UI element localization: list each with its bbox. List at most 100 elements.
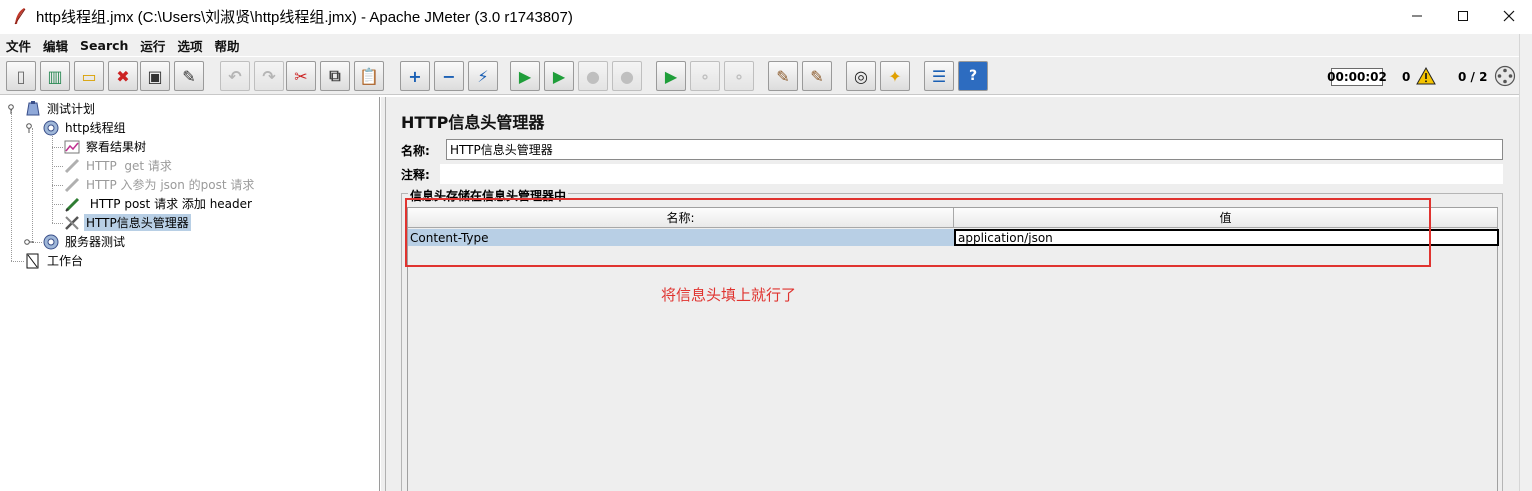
paste-icon: 📋 [359, 66, 379, 86]
header-value-cell[interactable]: application/json [954, 229, 1499, 246]
clear-all-button[interactable]: ✎ [802, 61, 832, 91]
close-button[interactable]: ✖ [108, 61, 138, 91]
remote-shutdown-icon: ∘ [733, 66, 744, 86]
start-button[interactable]: ▶ [510, 61, 540, 91]
test-plan-icon [24, 100, 42, 118]
save-icon: ▣ [147, 66, 163, 86]
menu-item[interactable]: 选项 [171, 36, 208, 55]
search-button[interactable]: ◎ [846, 61, 876, 91]
name-field[interactable]: HTTP信息头管理器 [446, 139, 1503, 160]
comment-field[interactable] [440, 164, 1503, 184]
clear-button[interactable]: ✎ [768, 61, 798, 91]
copy-icon: ⧉ [329, 66, 341, 85]
tree-connector [11, 261, 24, 262]
help-icon: ? [968, 68, 978, 84]
tree-expand-handle[interactable] [24, 236, 34, 250]
new-icon: ▯ [16, 66, 26, 86]
tree-node-http-get[interactable]: HTTP get 请求 [63, 156, 174, 175]
menu-item[interactable]: Search [74, 38, 134, 53]
tree-node-label: HTTP get 请求 [86, 159, 172, 173]
paste-button[interactable]: 📋 [354, 61, 384, 91]
stop-button[interactable]: ● [578, 61, 608, 91]
expand-button[interactable]: + [400, 61, 430, 91]
tree-connector [52, 128, 53, 223]
reset-search-icon: ✦ [888, 66, 902, 86]
tree-connector [52, 204, 63, 205]
undo-button[interactable]: ↶ [220, 61, 250, 91]
tree-connector [52, 185, 63, 186]
tree-expand-handle[interactable] [24, 122, 34, 136]
templates-button[interactable]: ▥ [40, 61, 70, 91]
tree-node-test-plan[interactable]: 测试计划 [24, 99, 97, 118]
config-wrench-icon [63, 214, 81, 232]
copy-button[interactable]: ⧉ [320, 61, 350, 91]
comment-label: 注释: [401, 167, 430, 182]
tree-expand-handle[interactable] [6, 103, 16, 117]
tree-node-workbench[interactable]: 工作台 [24, 251, 85, 270]
tree-node-header-manager[interactable]: HTTP信息头管理器 [63, 213, 191, 232]
jmeter-feather-icon [10, 6, 30, 26]
undo-icon: ↶ [228, 66, 242, 86]
redo-button[interactable]: ↷ [254, 61, 284, 91]
start-icon: ▶ [518, 66, 532, 86]
menu-item[interactable]: 编辑 [37, 36, 74, 55]
save-button[interactable]: ▣ [140, 61, 170, 91]
save-as-button[interactable]: ✎ [174, 61, 204, 91]
shutdown-button[interactable]: ● [612, 61, 642, 91]
tree-node-http-post-header[interactable]: HTTP post 请求 添加 header [63, 194, 254, 213]
menu-item[interactable]: 运行 [134, 36, 171, 55]
tree-node-thread-group[interactable]: http线程组 [42, 118, 128, 137]
remote-stop-icon: ∘ [699, 66, 710, 86]
reset-search-button[interactable]: ✦ [880, 61, 910, 91]
open-icon: ▭ [81, 66, 97, 86]
window-scrollbar[interactable] [1519, 34, 1532, 491]
sampler-pen-icon [63, 157, 81, 175]
tree-node-label: 测试计划 [47, 102, 96, 116]
toolbar: 00:00:02 0 0 / 2 ▯ ▥ ▭ ✖ ▣ ✎ ↶ ↷ ✂ ⧉ 📋 + − ⚡ ▶ ▶ ● ● ▶ ∘ ∘ ✎ ✎… [0, 57, 1520, 95]
column-header-name[interactable]: 名称: [408, 208, 954, 228]
close-icon: ✖ [116, 66, 130, 86]
collapse-icon: − [442, 66, 456, 86]
tree-node-label: HTTP 入参为 json 的post 请求 [86, 178, 255, 192]
remote-status-icon [1494, 65, 1516, 87]
minimize-button[interactable] [1394, 0, 1440, 32]
maximize-button[interactable] [1440, 0, 1486, 32]
help-button[interactable]: ? [958, 61, 988, 91]
warning-indicator[interactable]: 0 [1402, 66, 1437, 87]
toggle-button[interactable]: ⚡ [468, 61, 498, 91]
cut-icon: ✂ [294, 66, 308, 86]
close-x-icon [1503, 10, 1515, 22]
tree-connector [52, 223, 63, 224]
tree-node-server-test[interactable]: 服务器测试 [42, 232, 127, 251]
menu-item[interactable]: 帮助 [208, 36, 245, 55]
maximize-icon [1458, 11, 1468, 21]
remote-stop-button[interactable]: ∘ [690, 61, 720, 91]
collapse-button[interactable]: − [434, 61, 464, 91]
save-as-icon: ✎ [182, 66, 196, 86]
header-manager-panel: HTTP信息头管理器 名称: HTTP信息头管理器 注释: 信息头存储在信息头管… [390, 97, 1519, 491]
header-name-cell[interactable]: Content-Type [408, 229, 954, 246]
start-no-pause-button[interactable]: ▶ [544, 61, 574, 91]
tree-node-label: 工作台 [47, 254, 84, 268]
tree-connector [52, 166, 63, 167]
remote-shutdown-button[interactable]: ∘ [724, 61, 754, 91]
close-window-button[interactable] [1486, 0, 1532, 32]
clear-icon: ✎ [776, 66, 790, 86]
tree-node-http-json-post[interactable]: HTTP 入参为 json 的post 请求 [63, 175, 256, 194]
warning-count: 0 [1402, 70, 1411, 84]
headers-table: 名称: 值 Content-Type application/json [407, 207, 1499, 491]
tree-node-label: 察看结果树 [86, 140, 147, 154]
active-threads: 0 / 2 [1458, 70, 1488, 84]
open-button[interactable]: ▭ [74, 61, 104, 91]
function-helper-button[interactable]: ☰ [924, 61, 954, 91]
cut-button[interactable]: ✂ [286, 61, 316, 91]
new-button[interactable]: ▯ [6, 61, 36, 91]
menu-item[interactable]: 文件 [0, 36, 37, 55]
split-pane-divider[interactable] [381, 97, 390, 491]
tree-node-view-results-tree[interactable]: 察看结果树 [63, 137, 148, 156]
menu-bar: 文件 编辑 Search 运行 选项 帮助 [0, 34, 1532, 56]
remote-start-button[interactable]: ▶ [656, 61, 686, 91]
start-no-pause-icon: ▶ [552, 66, 566, 86]
listener-chart-icon [63, 138, 81, 156]
column-header-value[interactable]: 值 [954, 208, 1498, 228]
